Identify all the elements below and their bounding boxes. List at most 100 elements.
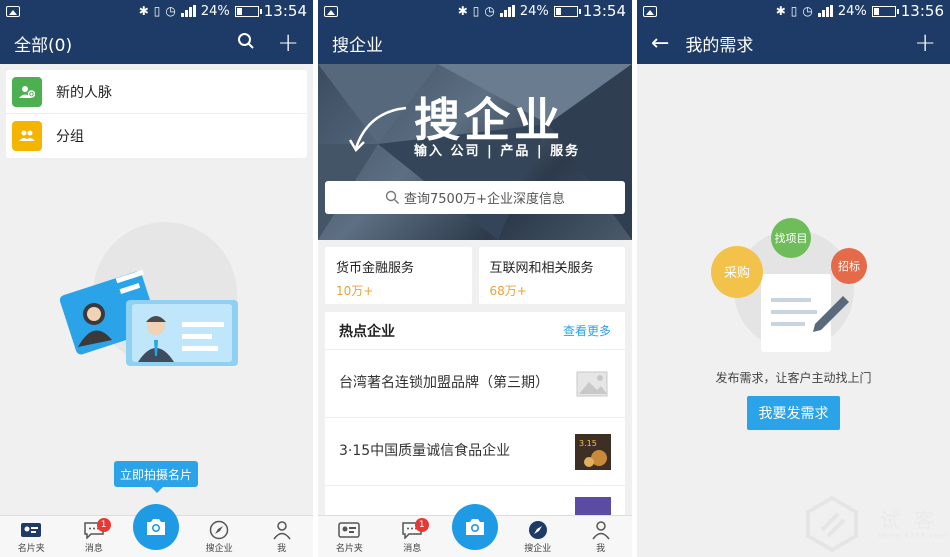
status-bar: ✱ ▯ ◷ 24% 13:54 bbox=[318, 0, 632, 22]
camera-icon bbox=[465, 519, 484, 535]
list-item-label: 分组 bbox=[56, 129, 84, 145]
person-icon bbox=[271, 521, 293, 540]
groups-item[interactable]: 分组 bbox=[6, 114, 307, 158]
tab-messages[interactable]: 1 消息 bbox=[381, 516, 444, 557]
food-thumbnail: 3.15 bbox=[575, 433, 611, 470]
bubble-label: 采购 bbox=[724, 265, 750, 281]
requirements-description: 发布需求，让客户主动找上门 bbox=[715, 371, 872, 385]
compass-icon bbox=[208, 520, 230, 540]
search-company-screen: ✱ ▯ ◷ 24% 13:54 搜企业 搜企业 输入 公司 | 产品 | 服务 bbox=[318, 0, 632, 557]
camera-tab bbox=[444, 504, 507, 557]
shoot-card-tooltip[interactable]: 立即拍摄名片 bbox=[114, 461, 198, 493]
tab-search-company[interactable]: 搜企业 bbox=[188, 516, 251, 557]
my-requirements-screen: ✱ ▯ ◷ 24% 13:56 ← 我的需求 + 采购 找项目 招标 发布需求，… bbox=[637, 0, 950, 557]
vibrate-icon: ▯ bbox=[790, 4, 798, 18]
add-icon[interactable]: + bbox=[914, 30, 936, 56]
hot-companies-header: 热点企业 查看更多 bbox=[325, 312, 625, 350]
service-count: 10万+ bbox=[336, 284, 374, 298]
bottom-tab-bar: 名片夹 1 消息 搜企业 我 bbox=[0, 504, 313, 557]
camera-button[interactable] bbox=[133, 504, 180, 550]
group-icon bbox=[12, 121, 42, 151]
image-notification-icon bbox=[324, 5, 338, 17]
image-notification-icon bbox=[6, 5, 20, 17]
camera-button[interactable] bbox=[451, 504, 498, 550]
bubble-label: 找项目 bbox=[775, 231, 808, 245]
banner-subtitle: 输入 公司 | 产品 | 服务 bbox=[414, 144, 581, 159]
back-arrow-icon[interactable]: ← bbox=[651, 31, 669, 56]
search-banner: 搜企业 输入 公司 | 产品 | 服务 查询7500万+企业深度信息 bbox=[318, 64, 632, 240]
page-title: 搜企业 bbox=[332, 35, 383, 56]
screens-container: ✱ ▯ ◷ 24% 13:54 全部(0) + 新的人脉 分组 立即拍摄名片 名… bbox=[0, 0, 950, 557]
post-requirement-button[interactable]: 我要发需求 bbox=[747, 396, 840, 430]
tab-me[interactable]: 我 bbox=[250, 516, 313, 557]
list-item-label: 新的人脉 bbox=[56, 84, 112, 101]
watermark-logo bbox=[806, 496, 858, 552]
partial-thumbnail bbox=[575, 497, 611, 519]
search-icon bbox=[385, 190, 399, 204]
add-icon[interactable]: + bbox=[277, 30, 299, 56]
tab-label: 名片夹 bbox=[17, 544, 45, 554]
card-icon bbox=[338, 521, 361, 539]
watermark-text: 试客 bbox=[880, 508, 948, 532]
tab-label: 搜企业 bbox=[524, 544, 552, 554]
tab-label: 搜企业 bbox=[205, 544, 233, 554]
person-icon bbox=[590, 521, 612, 540]
camera-tab bbox=[125, 504, 188, 557]
tab-cardholder[interactable]: 名片夹 bbox=[0, 516, 63, 557]
status-bar: ✱ ▯ ◷ 24% 13:54 bbox=[0, 0, 313, 22]
clock: 13:56 bbox=[900, 2, 944, 20]
app-bar: 全部(0) + bbox=[0, 22, 313, 64]
service-name: 互联网和相关服务 bbox=[489, 261, 594, 276]
battery-icon bbox=[234, 5, 262, 17]
vibrate-icon: ▯ bbox=[472, 4, 480, 18]
new-contacts-item[interactable]: 新的人脉 bbox=[6, 70, 307, 114]
status-bar: ✱ ▯ ◷ 24% 13:56 bbox=[637, 0, 950, 22]
tab-label: 消息 bbox=[403, 544, 422, 554]
page-title: 全部(0) bbox=[14, 35, 73, 56]
section-title: 热点企业 bbox=[339, 323, 395, 340]
alarm-icon: ◷ bbox=[802, 4, 813, 18]
requirements-illustration: 采购 找项目 招标 bbox=[711, 218, 867, 352]
service-card[interactable]: 互联网和相关服务 68万+ bbox=[478, 247, 625, 304]
list-item[interactable]: 台湾著名连锁加盟品牌（第三期） bbox=[325, 350, 625, 418]
message-badge: 1 bbox=[96, 518, 111, 532]
image-placeholder-icon bbox=[576, 371, 608, 396]
tab-label: 消息 bbox=[84, 544, 103, 554]
tab-me[interactable]: 我 bbox=[569, 516, 632, 557]
service-card[interactable]: 货币金融服务 10万+ bbox=[325, 247, 472, 304]
bluetooth-icon: ✱ bbox=[775, 4, 786, 18]
company-search-input[interactable]: 查询7500万+企业深度信息 bbox=[325, 181, 625, 214]
company-title: 台湾著名连锁加盟品牌（第三期） bbox=[339, 375, 549, 391]
signal-icon bbox=[180, 5, 196, 17]
list-item[interactable]: 3·15中国质量诚信食品企业 3.15 bbox=[325, 418, 625, 486]
battery-icon bbox=[871, 5, 899, 17]
tab-cardholder[interactable]: 名片夹 bbox=[318, 516, 381, 557]
tab-search-company[interactable]: 搜企业 bbox=[506, 516, 569, 557]
battery-icon bbox=[553, 5, 581, 17]
signal-icon bbox=[817, 5, 833, 17]
search-icon[interactable] bbox=[237, 32, 255, 54]
alarm-icon: ◷ bbox=[484, 4, 495, 18]
app-bar: ← 我的需求 + bbox=[637, 22, 950, 64]
contact-groups-list: 新的人脉 分组 bbox=[6, 70, 307, 158]
page-title: 我的需求 bbox=[685, 35, 754, 56]
watermark-url: shike.6768.com bbox=[878, 532, 948, 540]
watermark: 试客 shike.6768.com bbox=[804, 494, 950, 554]
tab-messages[interactable]: 1 消息 bbox=[63, 516, 126, 557]
add-person-icon bbox=[12, 76, 42, 107]
message-badge: 1 bbox=[414, 518, 429, 532]
clock: 13:54 bbox=[263, 2, 307, 20]
bubble-label: 招标 bbox=[838, 259, 860, 273]
contacts-screen: ✱ ▯ ◷ 24% 13:54 全部(0) + 新的人脉 分组 立即拍摄名片 名… bbox=[0, 0, 313, 557]
app-bar: 搜企业 bbox=[318, 22, 632, 64]
view-more-link[interactable]: 查看更多 bbox=[563, 322, 611, 339]
company-title: 3·15中国质量诚信食品企业 bbox=[339, 443, 511, 459]
tab-label: 我 bbox=[277, 544, 287, 554]
hot-companies-section: 热点企业 查看更多 台湾著名连锁加盟品牌（第三期） 3·15中国质量诚信食品企业… bbox=[325, 312, 625, 519]
bluetooth-icon: ✱ bbox=[457, 4, 468, 18]
thumb-label: 3.15 bbox=[579, 439, 597, 448]
clock: 13:54 bbox=[582, 2, 626, 20]
card-icon bbox=[20, 521, 42, 539]
camera-icon bbox=[147, 519, 166, 535]
business-card-illustration bbox=[60, 222, 238, 366]
